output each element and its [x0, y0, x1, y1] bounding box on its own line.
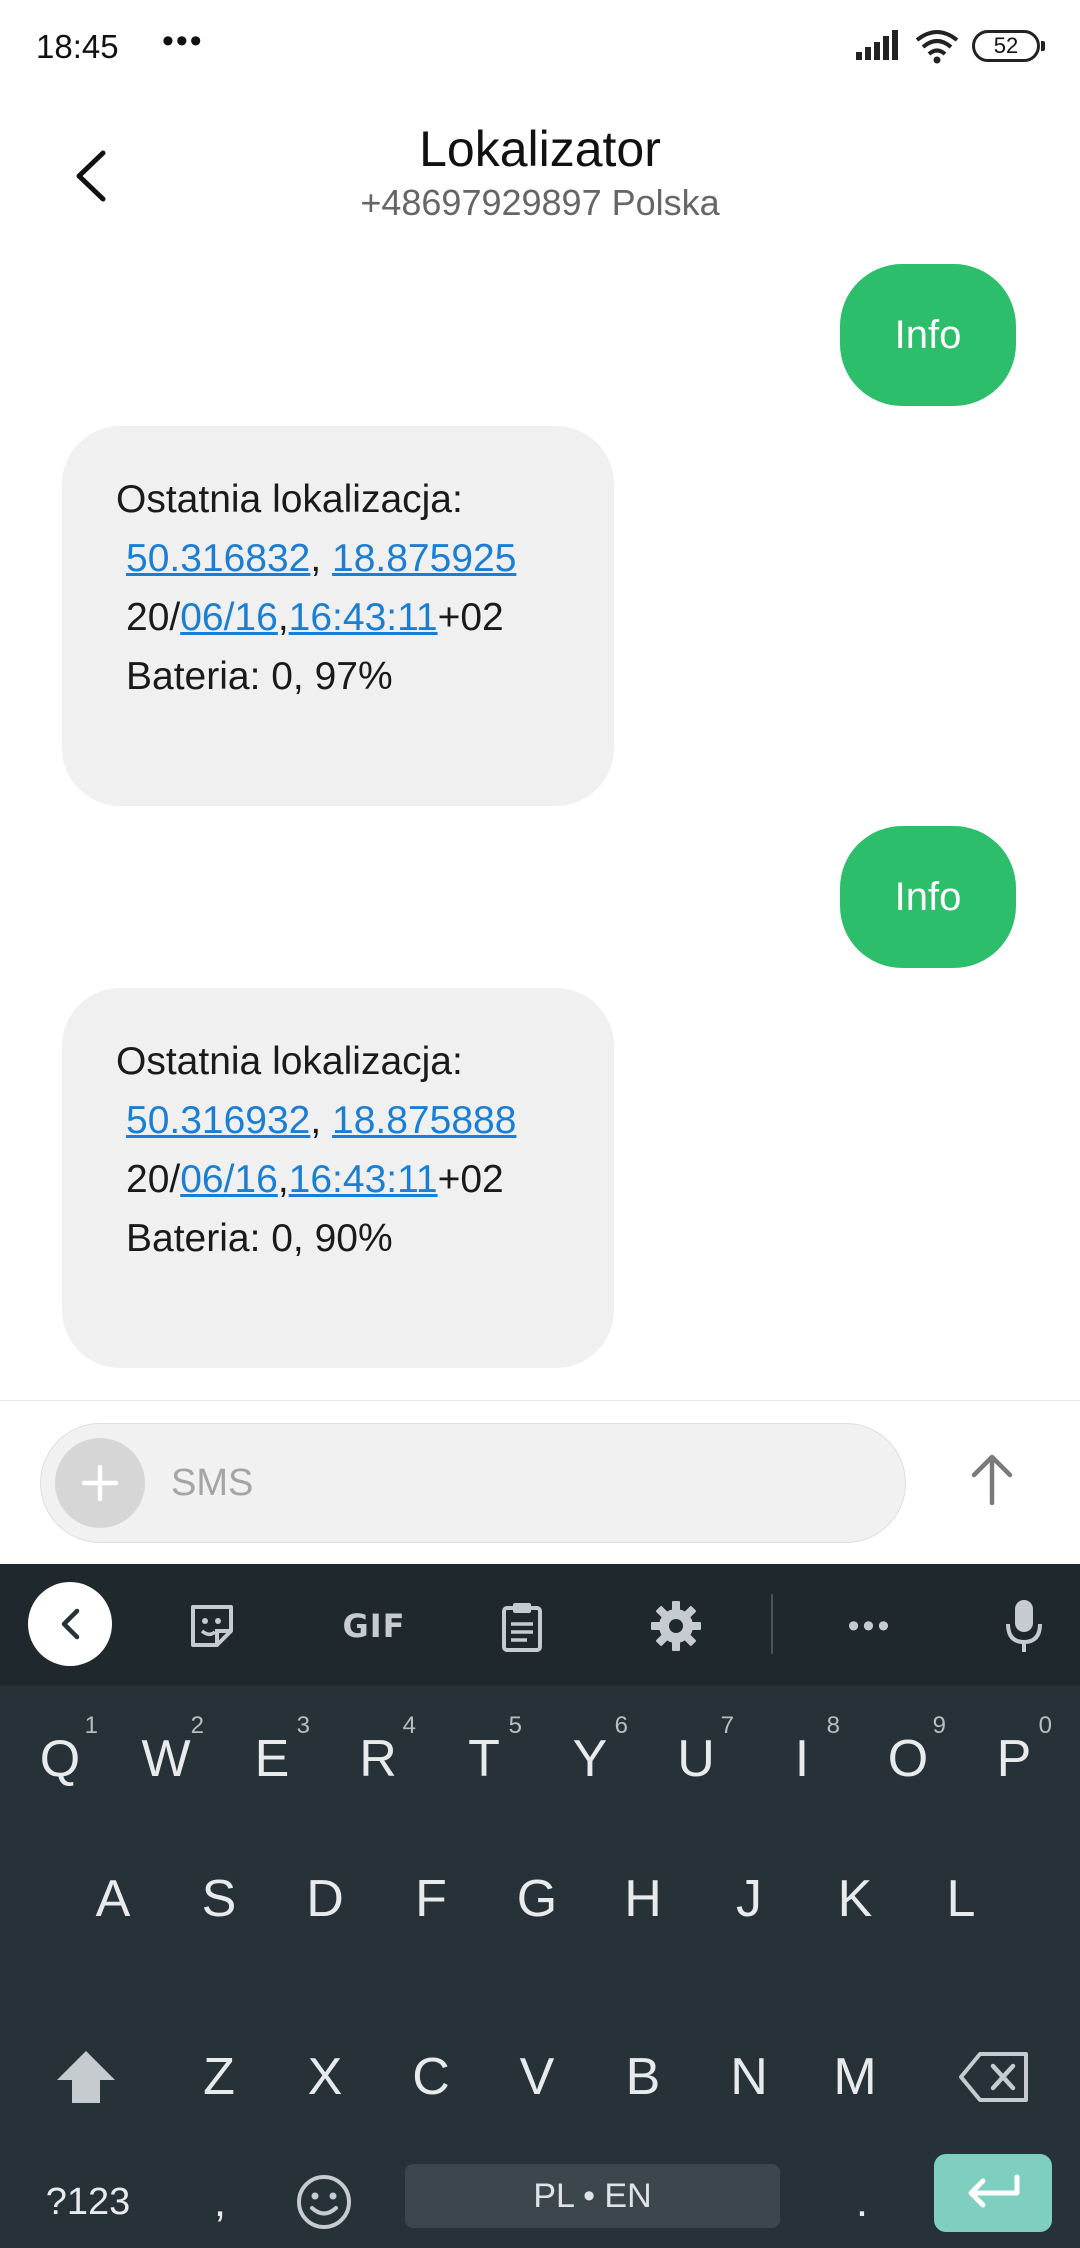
- battery-text: Bateria: 0, 90%: [126, 1217, 393, 1260]
- incoming-message[interactable]: Ostatnia lokalizacja: 50.316832, 18.8759…: [62, 426, 614, 806]
- key-b[interactable]: B: [591, 2012, 695, 2142]
- latitude-link[interactable]: 50.316832: [126, 537, 310, 580]
- key-t[interactable]: T5: [432, 1694, 536, 1824]
- longitude-link[interactable]: 18.875925: [332, 537, 516, 580]
- key-v[interactable]: V: [485, 2012, 589, 2142]
- enter-icon: [968, 2174, 1020, 2208]
- contact-number[interactable]: +48697929897 Polska: [0, 182, 1080, 224]
- conversation-header: Lokalizator +48697929897 Polska: [0, 96, 1080, 246]
- comma-key[interactable]: ,: [180, 2152, 260, 2248]
- period-key[interactable]: .: [822, 2152, 902, 2248]
- key-g[interactable]: G: [485, 1834, 589, 1964]
- key-n[interactable]: N: [697, 2012, 801, 2142]
- key-p[interactable]: P0: [962, 1694, 1066, 1824]
- latitude-link[interactable]: 50.316932: [126, 1099, 310, 1142]
- key-z[interactable]: Z: [167, 2012, 271, 2142]
- incoming-message[interactable]: Ostatnia lokalizacja: 50.316932, 18.8758…: [62, 988, 614, 1368]
- key-y[interactable]: Y6: [538, 1694, 642, 1824]
- more-notifications-icon: •••: [162, 22, 204, 60]
- date-link[interactable]: 06/16: [180, 596, 278, 639]
- toolbar-divider: [771, 1594, 773, 1654]
- microphone-icon[interactable]: [984, 1586, 1064, 1666]
- key-l[interactable]: L: [909, 1834, 1013, 1964]
- key-x[interactable]: X: [273, 2012, 377, 2142]
- enter-key[interactable]: [934, 2154, 1052, 2232]
- key-c[interactable]: C: [379, 2012, 483, 2142]
- message-label: Ostatnia lokalizacja:: [116, 478, 463, 521]
- battery-text: Bateria: 0, 97%: [126, 655, 393, 698]
- contact-name: Lokalizator: [419, 121, 661, 177]
- key-q[interactable]: Q1: [8, 1694, 112, 1824]
- send-button[interactable]: [952, 1439, 1032, 1519]
- attach-button[interactable]: [55, 1438, 145, 1528]
- clipboard-icon[interactable]: [482, 1586, 562, 1666]
- key-k[interactable]: K: [803, 1834, 907, 1964]
- message-list[interactable]: Info Ostatnia lokalizacja: 50.316832, 18…: [0, 246, 1080, 1400]
- wifi-icon: [914, 28, 960, 69]
- key-h[interactable]: H: [591, 1834, 695, 1964]
- signal-icon: [856, 30, 900, 65]
- outgoing-message[interactable]: Info: [840, 264, 1016, 406]
- key-d[interactable]: D: [273, 1834, 377, 1964]
- plus-icon: [81, 1464, 119, 1502]
- key-m[interactable]: M: [803, 2012, 907, 2142]
- key-a[interactable]: A: [61, 1834, 165, 1964]
- keyboard-toolbar: GIF •••: [0, 1564, 1080, 1686]
- key-w[interactable]: W2: [114, 1694, 218, 1824]
- shift-key[interactable]: [34, 2012, 138, 2142]
- sms-input[interactable]: SMS: [40, 1423, 906, 1543]
- gif-button[interactable]: GIF: [324, 1586, 424, 1666]
- keyboard: GIF ••• Q 1 W 2 E 3 R 4 T 5 Y 6 U 7 I 8 …: [0, 1564, 1080, 2248]
- status-time: 18:45: [36, 28, 119, 65]
- key-e[interactable]: E3: [220, 1694, 324, 1824]
- emoji-icon: [297, 2175, 351, 2229]
- chevron-left-icon: [61, 1608, 80, 1640]
- backspace-icon: [959, 2052, 1028, 2102]
- key-j[interactable]: J: [697, 1834, 801, 1964]
- key-f[interactable]: F: [379, 1834, 483, 1964]
- time-link[interactable]: 16:43:11: [289, 596, 438, 639]
- shift-icon: [57, 2051, 115, 2103]
- gear-icon[interactable]: [636, 1586, 716, 1666]
- key-i[interactable]: I8: [750, 1694, 854, 1824]
- time-link[interactable]: 16:43:11: [289, 1158, 438, 1201]
- message-label: Ostatnia lokalizacja:: [116, 1040, 463, 1083]
- toolbar-back-button[interactable]: [28, 1582, 112, 1666]
- longitude-link[interactable]: 18.875888: [332, 1099, 516, 1142]
- status-bar: 18:45 ••• 52: [0, 0, 1080, 96]
- key-u[interactable]: U7: [644, 1694, 748, 1824]
- backspace-key[interactable]: [942, 2012, 1046, 2142]
- arrow-up-icon: [971, 1454, 1013, 1505]
- composer: SMS: [0, 1400, 1080, 1564]
- outgoing-message[interactable]: Info: [840, 826, 1016, 968]
- key-r[interactable]: R4: [326, 1694, 430, 1824]
- space-key[interactable]: PL • EN: [405, 2164, 780, 2228]
- battery-icon: 52: [972, 30, 1045, 62]
- more-icon[interactable]: •••: [830, 1586, 910, 1666]
- sms-placeholder: SMS: [171, 1462, 254, 1504]
- date-link[interactable]: 06/16: [180, 1158, 278, 1201]
- symbols-key[interactable]: ?123: [28, 2152, 148, 2248]
- key-s[interactable]: S: [167, 1834, 271, 1964]
- sticker-icon[interactable]: [172, 1586, 252, 1666]
- key-o[interactable]: O9: [856, 1694, 960, 1824]
- emoji-key[interactable]: [284, 2152, 364, 2248]
